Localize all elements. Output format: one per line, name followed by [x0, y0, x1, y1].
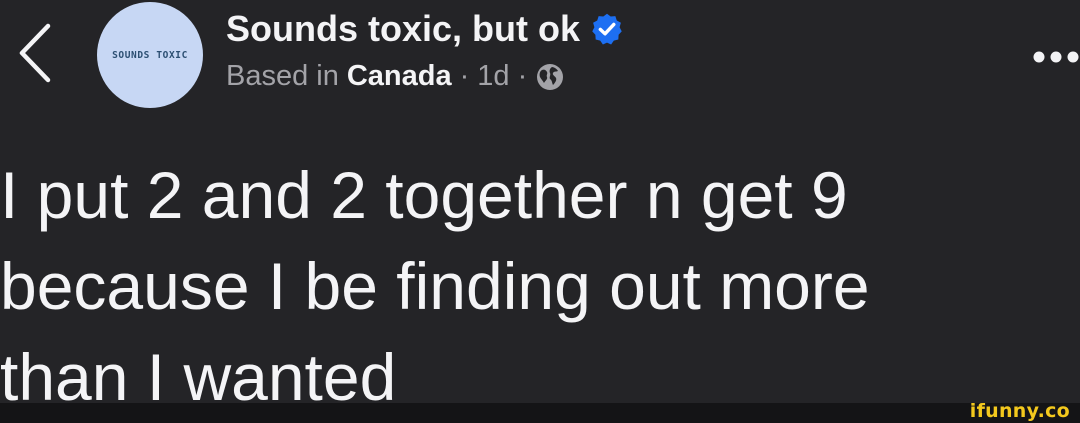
globe-icon	[535, 62, 565, 92]
chevron-left-icon	[19, 23, 51, 83]
meta-separator: ·	[517, 60, 528, 92]
watermark-bar	[0, 403, 1080, 423]
location-prefix: Based in	[226, 60, 339, 92]
ifunny-watermark: ifunny.co	[969, 400, 1070, 422]
post-card: SOUNDS TOXIC Sounds toxic, but ok Based …	[0, 0, 1080, 403]
post-body-text: I put 2 and 2 together n get 9 because I…	[0, 158, 870, 403]
avatar[interactable]: SOUNDS TOXIC	[97, 2, 203, 108]
post-meta: Based in Canada · 1d ·	[226, 60, 565, 93]
location-label: Canada	[346, 60, 452, 92]
author-name[interactable]: Sounds toxic, but ok	[226, 8, 624, 50]
meta-separator: ·	[459, 60, 470, 92]
back-button[interactable]	[8, 20, 58, 86]
author-name-label: Sounds toxic, but ok	[226, 8, 581, 49]
more-horizontal-icon	[1033, 51, 1079, 63]
verified-badge-icon	[590, 12, 624, 46]
post-age: 1d	[477, 60, 510, 92]
more-options-button[interactable]	[1030, 44, 1080, 70]
avatar-text: SOUNDS TOXIC	[112, 49, 188, 61]
